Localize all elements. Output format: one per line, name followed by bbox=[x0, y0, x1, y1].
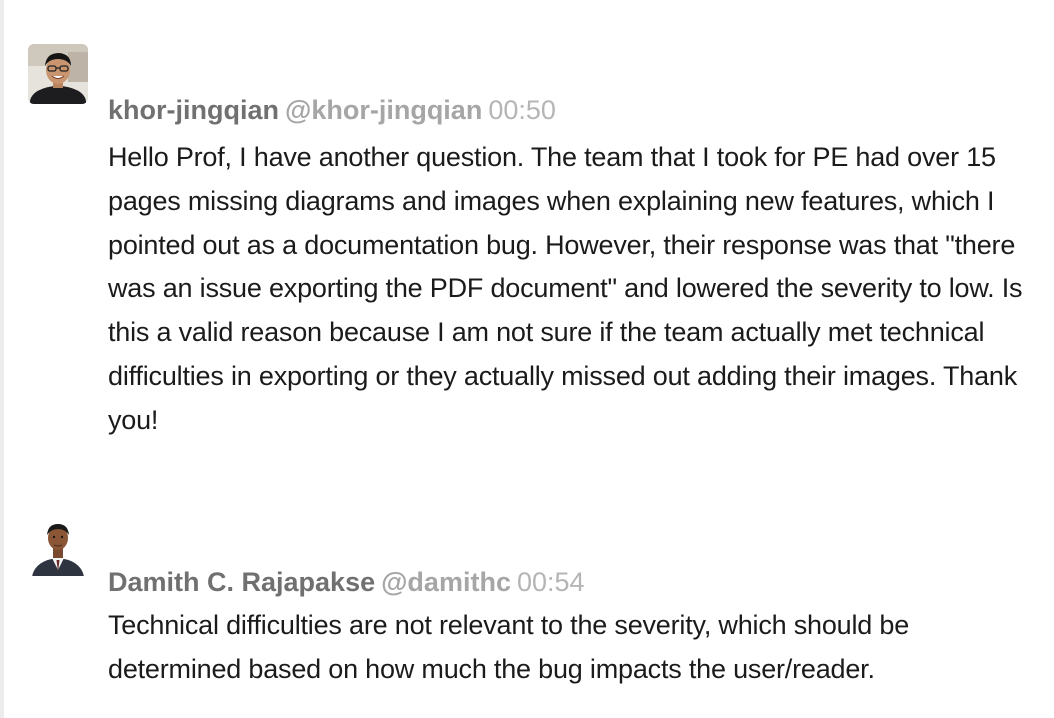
author-handle[interactable]: @damithc bbox=[381, 567, 511, 597]
thread-left-rule bbox=[0, 0, 4, 718]
author-name[interactable]: Damith C. Rajapakse bbox=[108, 567, 375, 597]
user-photo-icon bbox=[28, 44, 88, 104]
author-name[interactable]: khor-jingqian bbox=[108, 95, 279, 125]
message-header: khor-jingqian @khor-jingqian 00:50 bbox=[108, 92, 556, 128]
message-timestamp[interactable]: 00:54 bbox=[517, 567, 585, 597]
message-header: Damith C. Rajapakse @damithc 00:54 bbox=[108, 564, 585, 600]
message-text: Hello Prof, I have another question. The… bbox=[108, 142, 1023, 435]
avatar-damithc[interactable] bbox=[28, 516, 88, 576]
user-photo-icon bbox=[28, 516, 88, 576]
avatar-khor-jingqian[interactable] bbox=[28, 44, 88, 104]
message-text: Technical difficulties are not relevant … bbox=[108, 610, 910, 684]
message-timestamp[interactable]: 00:50 bbox=[488, 95, 556, 125]
author-handle[interactable]: @khor-jingqian bbox=[285, 95, 482, 125]
